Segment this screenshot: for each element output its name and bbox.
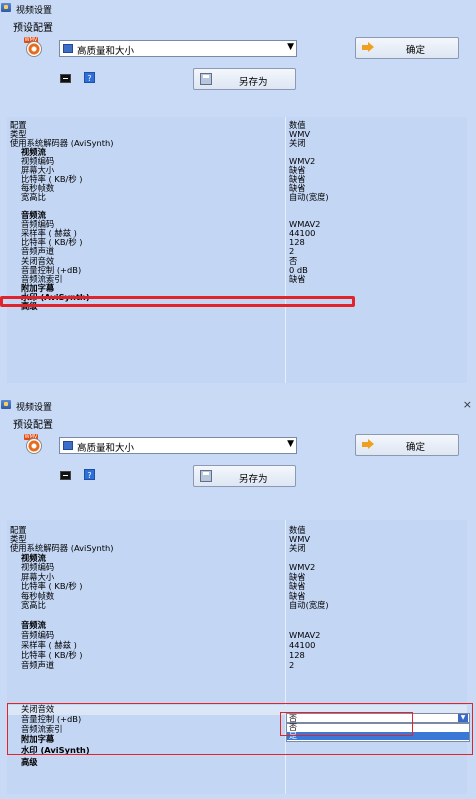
wmv-format-icon: WMV	[24, 434, 44, 456]
category-name: 高级	[21, 757, 38, 767]
property-row[interactable]: 每秒帧数 缺省	[7, 592, 467, 601]
category-row[interactable]: 音频流	[7, 211, 467, 220]
property-row[interactable]: 音频声道 2	[7, 247, 467, 256]
settings-window-1: 视频设置 预设配置 WMV 高质量和大小 ▼ 确定 ? 另存为 配置 数值 类型…	[0, 0, 476, 393]
disc-icon	[26, 438, 42, 454]
floppy-disk-icon	[200, 470, 212, 482]
window-title: 视频设置	[16, 403, 53, 413]
confirm-label: 确定	[406, 442, 426, 453]
property-row[interactable]: 使用系统解码器 (AviSynth) 关闭	[7, 544, 467, 553]
highlight-box	[0, 296, 355, 307]
arrow-right-icon	[362, 41, 375, 54]
wmv-format-icon: WMV	[24, 37, 44, 59]
property-name: 宽高比	[21, 600, 46, 610]
title-bar: 视频设置 ×	[0, 397, 476, 413]
property-row[interactable]: 音频编码 WMAV2	[7, 631, 467, 640]
property-grid-header: 配置 数值	[7, 121, 467, 130]
property-value[interactable]: 2	[289, 661, 294, 670]
category-row[interactable]: 视频流	[7, 554, 467, 563]
property-grid-header: 配置 数值	[7, 526, 467, 535]
property-value[interactable]: 缺省	[289, 582, 306, 591]
property-row[interactable]: 音频声道 2	[7, 661, 467, 670]
category-row[interactable]: 音频流	[7, 621, 467, 630]
preset-selected: 高质量和大小	[77, 443, 135, 454]
chevron-down-icon[interactable]: ▼	[287, 42, 294, 52]
property-row[interactable]: 音量控制 (+dB) 0 dB	[7, 266, 467, 275]
category-row[interactable]: 高级	[7, 758, 467, 767]
save-as-label: 另存为	[239, 77, 268, 88]
property-row[interactable]: 采样率 ( 赫兹 ) 44100	[7, 641, 467, 650]
category-name: 音频流	[21, 620, 46, 630]
help-icon[interactable]: ?	[84, 72, 95, 83]
property-value[interactable]: WMV2	[289, 563, 315, 572]
property-name: 音频编码	[21, 630, 55, 640]
help-icon[interactable]: ?	[84, 469, 95, 480]
app-icon	[1, 3, 11, 12]
property-value[interactable]: 自动(宽度)	[289, 193, 329, 202]
property-row[interactable]: 音频流索引 缺省	[7, 275, 467, 284]
confirm-button[interactable]: 确定	[355, 434, 459, 456]
disabled-row	[7, 611, 467, 620]
property-row[interactable]: 比特率 ( KB/秒 ) 缺省	[7, 582, 467, 591]
property-row[interactable]: 宽高比 自动(宽度)	[7, 193, 467, 202]
property-value[interactable]: 关闭	[289, 544, 306, 553]
save-as-button[interactable]: 另存为	[193, 465, 296, 487]
disabled-row	[7, 202, 467, 211]
property-grid: 配置 数值 类型 WMV 使用系统解码器 (AviSynth) 关闭 视频流 视频编…	[7, 117, 467, 383]
property-row[interactable]: 使用系统解码器 (AviSynth) 关闭	[7, 139, 467, 148]
property-row[interactable]: 宽高比 自动(宽度)	[7, 601, 467, 610]
settings-window-2: 视频设置 × 预设配置 WMV 高质量和大小 ▼ 确定 ? 另存为 配置 数值 …	[0, 397, 476, 799]
property-value[interactable]: WMAV2	[289, 631, 320, 640]
command-line-icon[interactable]	[60, 74, 71, 83]
floppy-disk-icon	[200, 73, 212, 85]
save-as-button[interactable]: 另存为	[193, 68, 296, 90]
property-value[interactable]: 缺省	[289, 275, 306, 284]
preset-label: 预设配置	[13, 420, 53, 431]
confirm-button[interactable]: 确定	[355, 37, 459, 59]
property-row[interactable]: 视频编码 WMV2	[7, 157, 467, 166]
preset-profile-icon	[63, 441, 73, 450]
preset-profile-icon	[63, 44, 73, 53]
property-name: 采样率 ( 赫兹 )	[21, 640, 77, 650]
window-title: 视频设置	[16, 6, 53, 16]
property-name: 宽高比	[21, 192, 46, 202]
title-bar: 视频设置	[0, 0, 476, 16]
property-row[interactable]: 比特率 ( KB/秒 ) 128	[7, 238, 467, 247]
highlight-box	[7, 703, 473, 755]
property-name: 音频声道	[21, 246, 55, 256]
property-row[interactable]: 比特率 ( KB/秒 ) 128	[7, 651, 467, 660]
preset-combo[interactable]: 高质量和大小 ▼	[59, 437, 297, 454]
property-name: 使用系统解码器 (AviSynth)	[10, 543, 114, 553]
preset-selected: 高质量和大小	[77, 46, 135, 57]
property-value[interactable]: 44100	[289, 641, 315, 650]
chevron-down-icon[interactable]: ▼	[287, 439, 294, 449]
close-icon[interactable]: ×	[463, 398, 472, 411]
disc-icon	[26, 41, 42, 57]
property-row[interactable]: 比特率 ( KB/秒 ) 缺省	[7, 175, 467, 184]
category-row[interactable]: 视频流	[7, 148, 467, 157]
preset-combo[interactable]: 高质量和大小 ▼	[59, 40, 297, 57]
command-line-icon[interactable]	[60, 471, 71, 480]
property-name: 比特率 ( KB/秒 )	[21, 581, 83, 591]
property-row[interactable]: 每秒帧数 缺省	[7, 184, 467, 193]
property-value[interactable]: 自动(宽度)	[289, 601, 329, 610]
preset-label: 预设配置	[13, 23, 53, 34]
property-name: 视频编码	[21, 562, 55, 572]
property-value[interactable]: 关闭	[289, 139, 306, 148]
app-icon	[1, 400, 11, 409]
property-value[interactable]: 128	[289, 651, 305, 660]
property-row[interactable]: 视频编码 WMV2	[7, 563, 467, 572]
property-value[interactable]: 2	[289, 247, 294, 256]
save-as-label: 另存为	[239, 474, 268, 485]
property-name: 音频声道	[21, 660, 55, 670]
arrow-right-icon	[362, 438, 375, 451]
property-name: 比特率 ( KB/秒 )	[21, 650, 83, 660]
confirm-label: 确定	[406, 45, 426, 56]
